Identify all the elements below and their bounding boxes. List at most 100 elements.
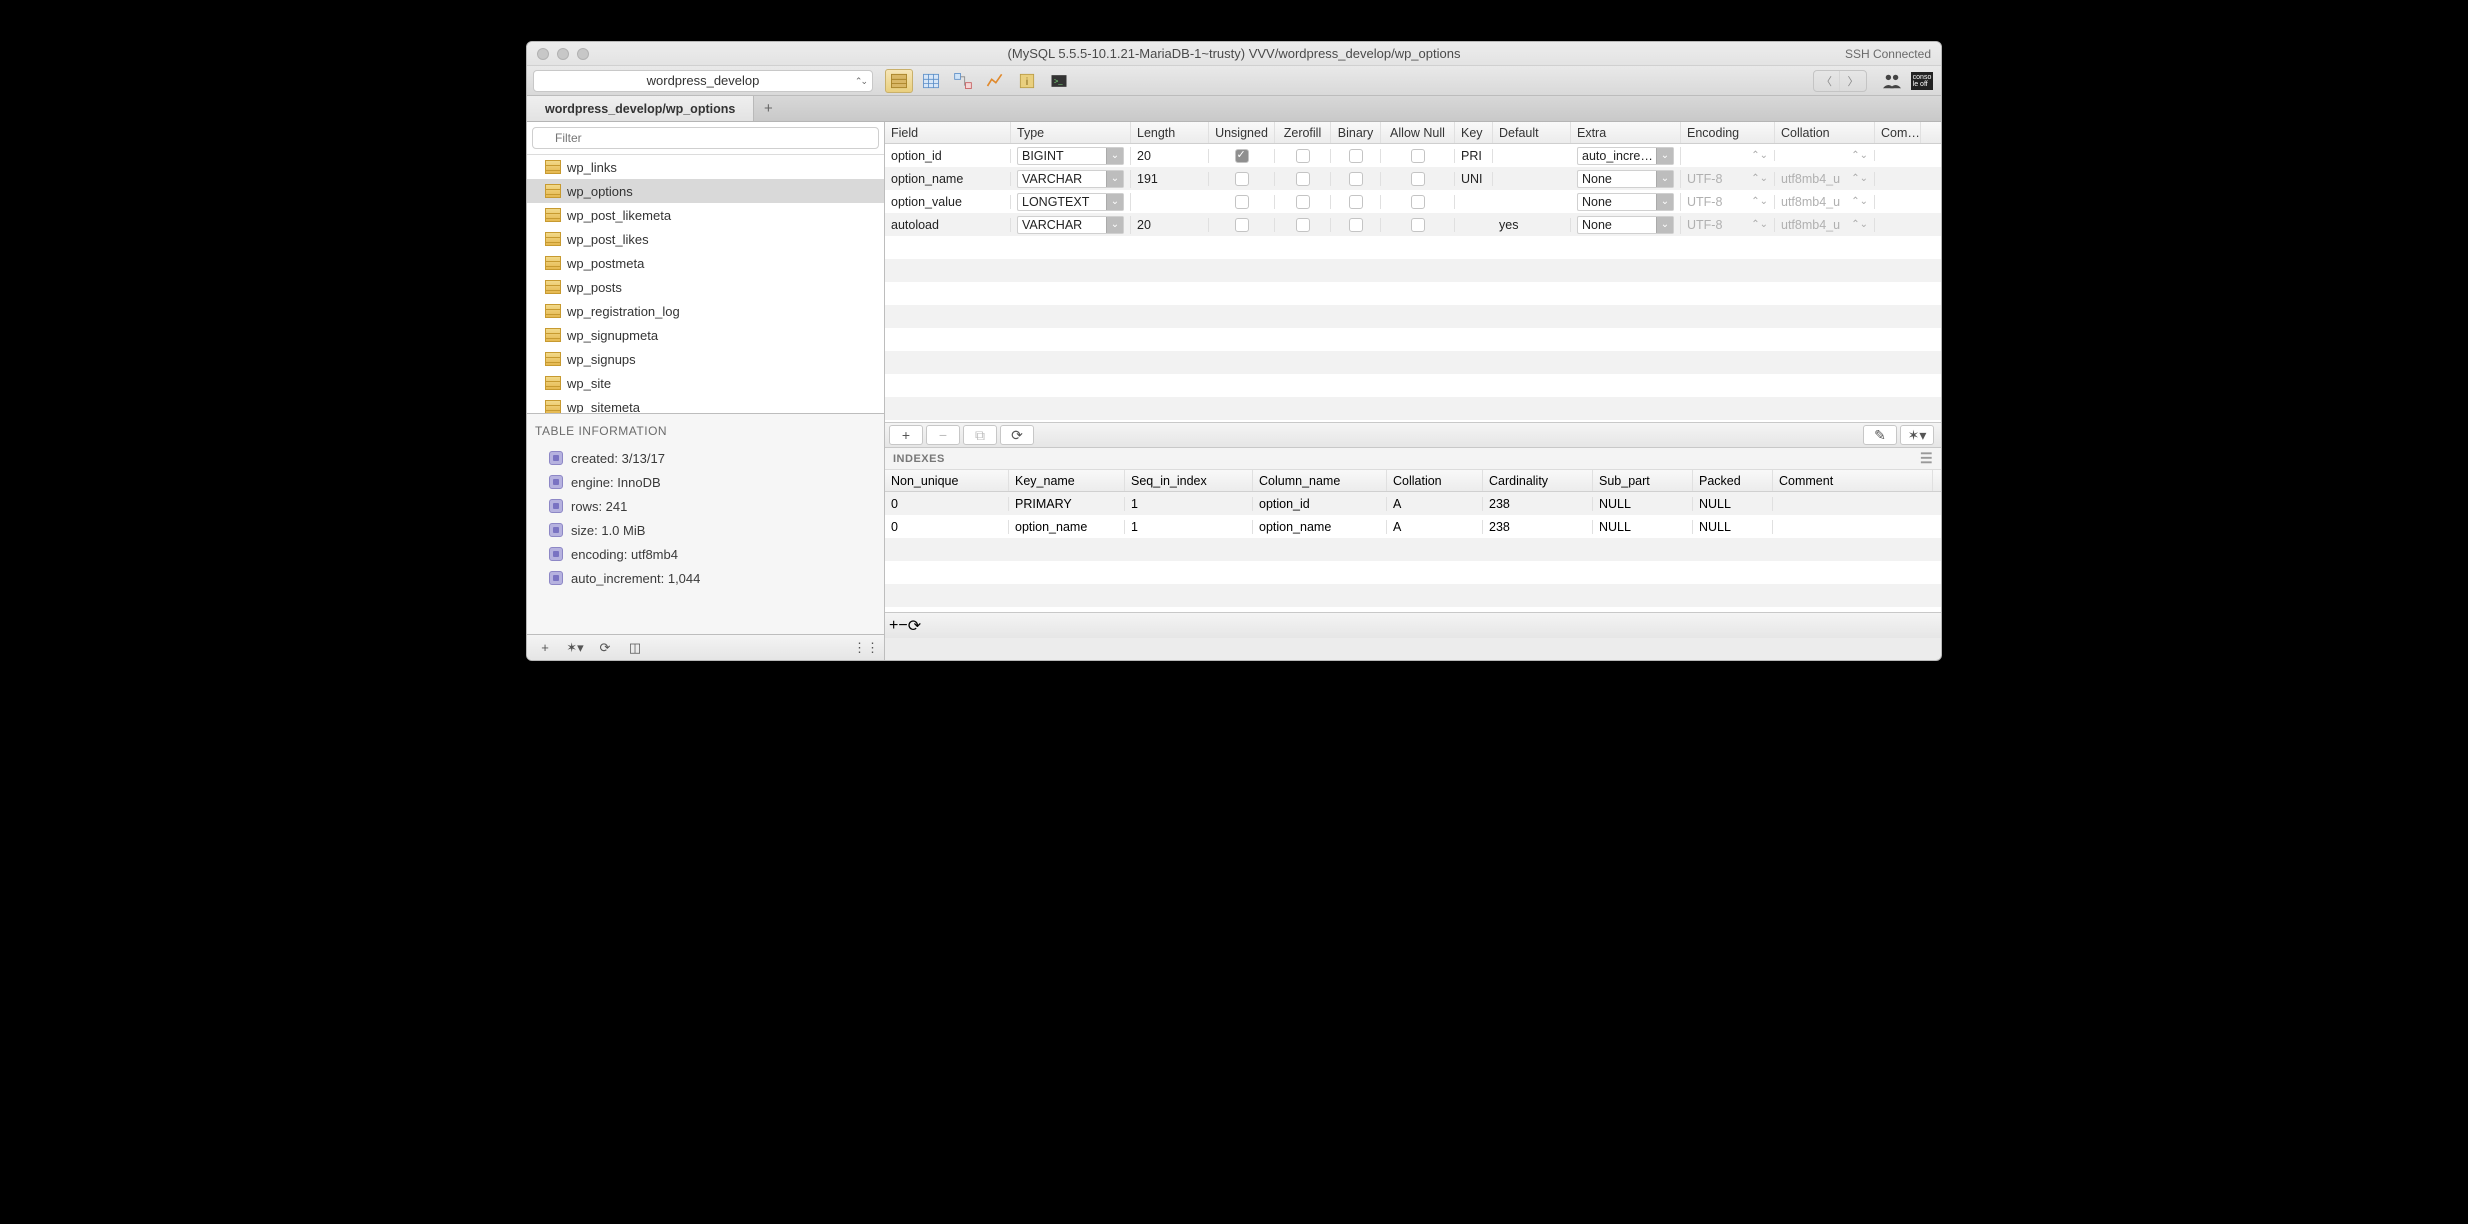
icol-subpart[interactable]: Sub_part bbox=[1593, 470, 1693, 491]
console-toggle-icon[interactable]: console off bbox=[1909, 70, 1935, 92]
checkbox[interactable] bbox=[1411, 149, 1425, 163]
indexes-menu-icon[interactable]: ☰ bbox=[1920, 450, 1933, 467]
table-filter-input[interactable] bbox=[532, 127, 879, 149]
checkbox[interactable] bbox=[1235, 218, 1249, 232]
sidebar-table-wp_post_likemeta[interactable]: wp_post_likemeta bbox=[527, 203, 884, 227]
settings-button[interactable]: ✶▾ bbox=[1900, 425, 1934, 445]
sidebar-table-wp_registration_log[interactable]: wp_registration_log bbox=[527, 299, 884, 323]
col-extra[interactable]: Extra bbox=[1571, 122, 1681, 143]
index-row[interactable]: 0option_name1option_nameA238NULLNULL bbox=[885, 515, 1941, 538]
structure-view-icon[interactable] bbox=[885, 69, 913, 93]
extra-dropdown[interactable]: None bbox=[1577, 193, 1674, 211]
sidebar-table-wp_signups[interactable]: wp_signups bbox=[527, 347, 884, 371]
history-nav[interactable]: 〈〉 bbox=[1813, 70, 1867, 92]
stepper-icon[interactable]: ⌃⌄ bbox=[1851, 150, 1868, 161]
col-comment[interactable]: Com… bbox=[1875, 122, 1921, 143]
type-dropdown[interactable]: VARCHAR bbox=[1017, 170, 1124, 188]
remove-index-button[interactable]: − bbox=[898, 617, 907, 635]
extra-dropdown[interactable]: None bbox=[1577, 170, 1674, 188]
table-actions-button[interactable]: ✶▾ bbox=[561, 638, 589, 658]
col-field[interactable]: Field bbox=[885, 122, 1011, 143]
toggle-info-button[interactable]: ◫ bbox=[621, 638, 649, 658]
col-key[interactable]: Key bbox=[1455, 122, 1493, 143]
col-zerofill[interactable]: Zerofill bbox=[1275, 122, 1331, 143]
extra-dropdown[interactable]: auto_incre… bbox=[1577, 147, 1674, 165]
duplicate-field-button[interactable]: ⧉ bbox=[963, 425, 997, 445]
refresh-fields-button[interactable]: ⟳ bbox=[1000, 425, 1034, 445]
indexes-body[interactable]: 0PRIMARY1option_idA238NULLNULL0option_na… bbox=[885, 492, 1941, 612]
checkbox[interactable] bbox=[1296, 149, 1310, 163]
stepper-icon[interactable]: ⌃⌄ bbox=[1851, 219, 1868, 230]
col-length[interactable]: Length bbox=[1131, 122, 1209, 143]
content-view-icon[interactable] bbox=[917, 69, 945, 93]
extra-dropdown[interactable]: None bbox=[1577, 216, 1674, 234]
col-type[interactable]: Type bbox=[1011, 122, 1131, 143]
field-row[interactable]: autoloadVARCHAR20yesNoneUTF-8⌃⌄utf8mb4_u… bbox=[885, 213, 1941, 236]
type-dropdown[interactable]: LONGTEXT bbox=[1017, 193, 1124, 211]
col-default[interactable]: Default bbox=[1493, 122, 1571, 143]
relations-view-icon[interactable] bbox=[949, 69, 977, 93]
field-row[interactable]: option_idBIGINT20PRIauto_incre…⌃⌄⌃⌄ bbox=[885, 144, 1941, 167]
triggers-view-icon[interactable] bbox=[981, 69, 1009, 93]
sidebar-table-wp_posts[interactable]: wp_posts bbox=[527, 275, 884, 299]
tab-wp-options[interactable]: wordpress_develop/wp_options bbox=[527, 96, 754, 121]
checkbox[interactable] bbox=[1296, 172, 1310, 186]
checkbox[interactable] bbox=[1411, 172, 1425, 186]
resize-handle-icon[interactable]: ⋮⋮ bbox=[852, 638, 880, 658]
col-encoding[interactable]: Encoding bbox=[1681, 122, 1775, 143]
add-tab-button[interactable]: + bbox=[754, 96, 782, 121]
checkbox[interactable] bbox=[1349, 172, 1363, 186]
icol-column[interactable]: Column_name bbox=[1253, 470, 1387, 491]
sidebar-table-wp_post_likes[interactable]: wp_post_likes bbox=[527, 227, 884, 251]
field-row[interactable]: option_nameVARCHAR191UNINoneUTF-8⌃⌄utf8m… bbox=[885, 167, 1941, 190]
stepper-icon[interactable]: ⌃⌄ bbox=[1751, 173, 1768, 184]
index-row[interactable]: 0PRIMARY1option_idA238NULLNULL bbox=[885, 492, 1941, 515]
icol-keyname[interactable]: Key_name bbox=[1009, 470, 1125, 491]
col-binary[interactable]: Binary bbox=[1331, 122, 1381, 143]
database-select[interactable]: wordpress_develop bbox=[533, 70, 873, 92]
titlebar[interactable]: (MySQL 5.5.5-10.1.21-MariaDB-1~trusty) V… bbox=[527, 42, 1941, 66]
icol-cardinality[interactable]: Cardinality bbox=[1483, 470, 1593, 491]
col-collation[interactable]: Collation bbox=[1775, 122, 1875, 143]
checkbox[interactable] bbox=[1349, 195, 1363, 209]
col-unsigned[interactable]: Unsigned bbox=[1209, 122, 1275, 143]
edit-button[interactable]: ✎ bbox=[1863, 425, 1897, 445]
refresh-indexes-button[interactable]: ⟳ bbox=[908, 616, 921, 636]
add-field-button[interactable]: + bbox=[889, 425, 923, 445]
sidebar-table-wp_sitemeta[interactable]: wp_sitemeta bbox=[527, 395, 884, 413]
checkbox[interactable] bbox=[1411, 195, 1425, 209]
checkbox[interactable] bbox=[1349, 218, 1363, 232]
back-icon[interactable]: 〈 bbox=[1814, 71, 1840, 91]
checkbox[interactable] bbox=[1235, 195, 1249, 209]
type-dropdown[interactable]: VARCHAR bbox=[1017, 216, 1124, 234]
stepper-icon[interactable]: ⌃⌄ bbox=[1751, 219, 1768, 230]
icol-comment[interactable]: Comment bbox=[1773, 470, 1933, 491]
icol-collation[interactable]: Collation bbox=[1387, 470, 1483, 491]
query-view-icon[interactable]: >_ bbox=[1045, 69, 1073, 93]
forward-icon[interactable]: 〉 bbox=[1840, 71, 1866, 91]
icol-packed[interactable]: Packed bbox=[1693, 470, 1773, 491]
type-dropdown[interactable]: BIGINT bbox=[1017, 147, 1124, 165]
stepper-icon[interactable]: ⌃⌄ bbox=[1751, 196, 1768, 207]
stepper-icon[interactable]: ⌃⌄ bbox=[1751, 150, 1768, 161]
stepper-icon[interactable]: ⌃⌄ bbox=[1851, 196, 1868, 207]
add-table-button[interactable]: + bbox=[531, 638, 559, 658]
add-index-button[interactable]: + bbox=[889, 617, 898, 635]
icol-nonunique[interactable]: Non_unique bbox=[885, 470, 1009, 491]
sidebar-table-wp_postmeta[interactable]: wp_postmeta bbox=[527, 251, 884, 275]
stepper-icon[interactable]: ⌃⌄ bbox=[1851, 173, 1868, 184]
checkbox[interactable] bbox=[1235, 172, 1249, 186]
remove-field-button[interactable]: − bbox=[926, 425, 960, 445]
checkbox[interactable] bbox=[1235, 149, 1249, 163]
checkbox[interactable] bbox=[1296, 218, 1310, 232]
icol-seq[interactable]: Seq_in_index bbox=[1125, 470, 1253, 491]
info-view-icon[interactable]: i bbox=[1013, 69, 1041, 93]
sidebar-table-wp_signupmeta[interactable]: wp_signupmeta bbox=[527, 323, 884, 347]
field-row[interactable]: option_valueLONGTEXTNoneUTF-8⌃⌄utf8mb4_u… bbox=[885, 190, 1941, 213]
sidebar-table-wp_links[interactable]: wp_links bbox=[527, 155, 884, 179]
users-icon[interactable] bbox=[1879, 70, 1905, 92]
structure-body[interactable]: option_idBIGINT20PRIauto_incre…⌃⌄⌃⌄optio… bbox=[885, 144, 1941, 422]
col-allownull[interactable]: Allow Null bbox=[1381, 122, 1455, 143]
refresh-tables-button[interactable]: ⟳ bbox=[591, 638, 619, 658]
checkbox[interactable] bbox=[1349, 149, 1363, 163]
